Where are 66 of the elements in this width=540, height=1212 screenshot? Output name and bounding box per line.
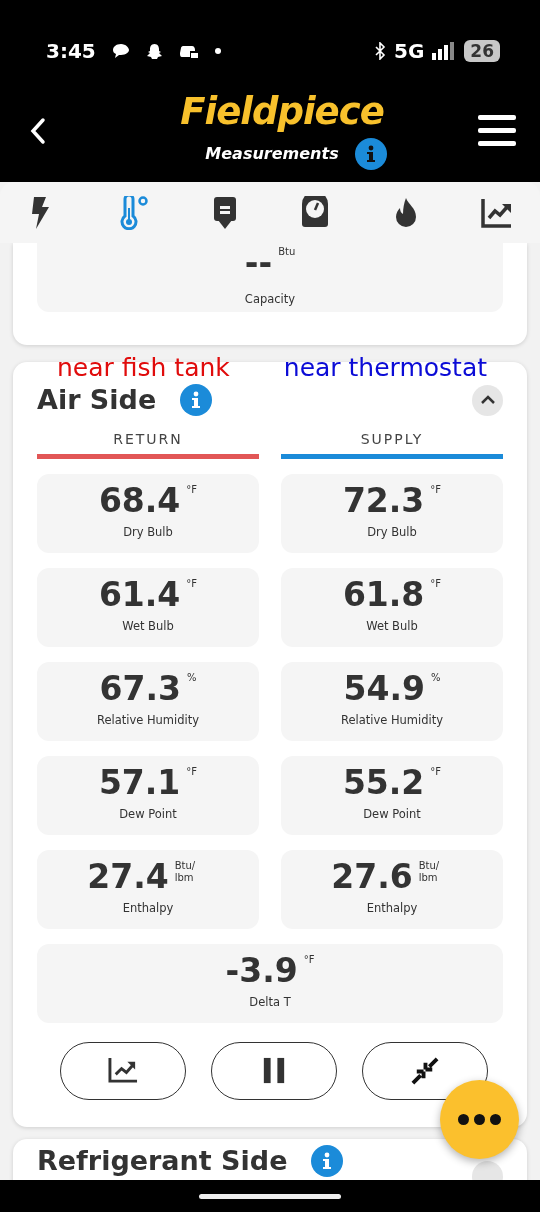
reading-label: Capacity bbox=[244, 291, 296, 309]
dot-icon bbox=[214, 48, 221, 54]
back-icon[interactable] bbox=[28, 117, 48, 145]
reading-value: 72.3 bbox=[342, 484, 425, 518]
reading-label: Enthalpy bbox=[122, 900, 174, 918]
info-icon bbox=[365, 144, 376, 163]
reading-value: 68.4 bbox=[98, 484, 181, 518]
bluetooth-icon bbox=[374, 42, 386, 60]
signal-icon bbox=[432, 42, 457, 60]
reading-value: 61.4 bbox=[98, 578, 181, 612]
column-header: RETURN bbox=[112, 429, 184, 449]
reading-value: 61.8 bbox=[342, 578, 425, 612]
menu-icon[interactable] bbox=[478, 115, 516, 147]
reading-unit: °F bbox=[186, 766, 198, 779]
reading-value: 67.3 bbox=[99, 672, 181, 706]
reading-unit: % bbox=[186, 672, 197, 685]
reading-unit: Btu/ lbm bbox=[418, 860, 441, 885]
chat-icon bbox=[111, 43, 130, 59]
home-indicator[interactable] bbox=[199, 1193, 341, 1199]
reading-label: Delta T bbox=[249, 994, 291, 1012]
reading-unit: °F bbox=[186, 484, 198, 497]
collapse-toggle[interactable] bbox=[472, 384, 503, 416]
reading-label: Relative Humidity bbox=[340, 712, 444, 730]
reading-label: Enthalpy bbox=[366, 900, 418, 918]
page-title: Measurements bbox=[205, 142, 339, 165]
reading-unit: °F bbox=[430, 578, 442, 591]
reading-unit: °F bbox=[303, 954, 315, 967]
reading-label: Dew Point bbox=[363, 806, 421, 824]
reading-label: Dry Bulb bbox=[123, 524, 173, 542]
chart-icon bbox=[108, 1055, 138, 1086]
info-button[interactable] bbox=[180, 384, 213, 417]
reading-label: Wet Bulb bbox=[366, 618, 418, 636]
network-label: 5G bbox=[394, 38, 425, 65]
chevron-up-icon bbox=[479, 395, 496, 406]
reading-unit: °F bbox=[430, 766, 442, 779]
collapse-icon bbox=[410, 1055, 440, 1086]
reading-unit: % bbox=[430, 672, 441, 685]
reading-value: 27.4 bbox=[87, 860, 169, 894]
reading-label: Relative Humidity bbox=[96, 712, 200, 730]
reading-unit: Btu/ lbm bbox=[174, 860, 197, 885]
reading-value: 27.6 bbox=[331, 860, 413, 894]
info-icon bbox=[322, 1151, 333, 1170]
reading-unit: °F bbox=[430, 484, 442, 497]
reading-label: Dry Bulb bbox=[367, 524, 417, 542]
reading-value: 54.9 bbox=[343, 672, 425, 706]
info-icon bbox=[191, 391, 202, 410]
annotation-text: near fish tank bbox=[57, 355, 230, 380]
ghost-icon bbox=[145, 42, 163, 60]
status-time: 3:45 bbox=[46, 38, 96, 65]
reading-value: -3.9 bbox=[225, 954, 298, 988]
reading-value: -- bbox=[244, 246, 273, 280]
column-header: SUPPLY bbox=[359, 429, 425, 449]
gamepad-icon bbox=[178, 43, 199, 59]
battery-level: 26 bbox=[464, 40, 500, 62]
section-title: Refrigerant Side bbox=[37, 1143, 288, 1178]
info-button[interactable] bbox=[354, 137, 387, 170]
app-logo: Fieldpiece bbox=[180, 92, 384, 130]
reading-value: 55.2 bbox=[342, 766, 425, 800]
reading-label: Wet Bulb bbox=[122, 618, 174, 636]
reading-value: 57.1 bbox=[98, 766, 181, 800]
reading-unit: Btu bbox=[278, 246, 296, 259]
annotation-text: near thermostat bbox=[283, 355, 488, 380]
reading-label: Dew Point bbox=[119, 806, 177, 824]
section-title: Air Side bbox=[37, 383, 157, 417]
reading-unit: °F bbox=[186, 578, 198, 591]
info-button[interactable] bbox=[311, 1144, 344, 1177]
